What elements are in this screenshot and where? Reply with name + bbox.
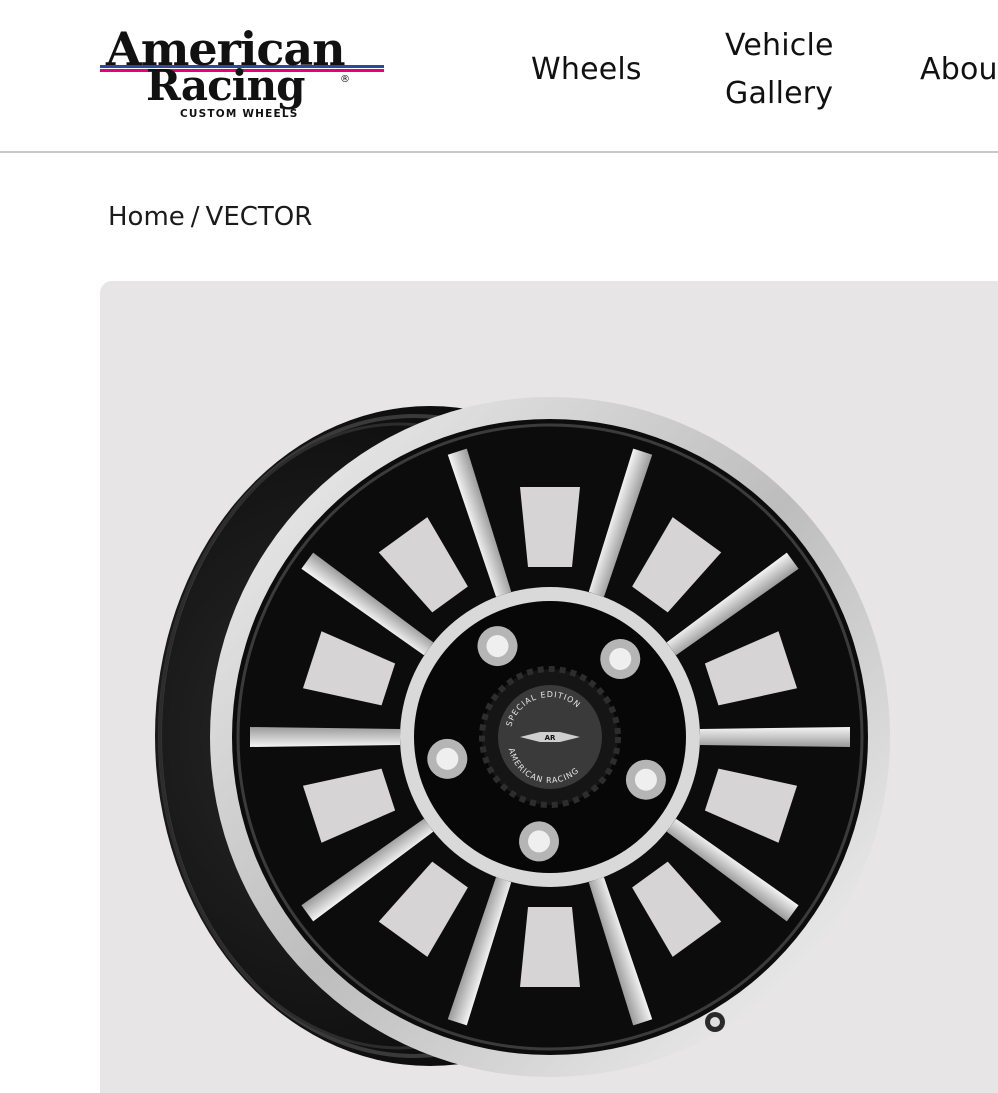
nav-vehicle-gallery[interactable]: Vehicle Gallery xyxy=(725,22,845,118)
nav-about-label: About xyxy=(920,52,998,87)
valve-stem xyxy=(705,1012,725,1032)
site-header: American Racing ® CUSTOM WHEELS Wheels V… xyxy=(0,0,998,153)
nav-gallery-line1: Vehicle xyxy=(725,28,834,63)
center-cap: SPECIAL EDITION AMERICAN RACING AR xyxy=(479,666,621,808)
logo-graphic: American Racing ® CUSTOM WHEELS xyxy=(100,22,384,120)
nav-wheels-label: Wheels xyxy=(531,52,642,87)
logo-registered-mark: ® xyxy=(340,74,350,85)
american-racing-logo[interactable]: American Racing ® CUSTOM WHEELS xyxy=(100,22,390,122)
nav-gallery-line2: Gallery xyxy=(725,76,834,111)
breadcrumb-current: VECTOR xyxy=(205,202,313,232)
breadcrumb: Home / VECTOR xyxy=(108,197,312,237)
product-image-panel: SPECIAL EDITION AMERICAN RACING AR xyxy=(100,281,998,1093)
logo-tagline: CUSTOM WHEELS xyxy=(180,108,299,120)
breadcrumb-separator: / xyxy=(190,202,200,232)
wheel-face: SPECIAL EDITION AMERICAN RACING AR xyxy=(210,397,890,1077)
center-cap-badge: AR xyxy=(545,734,556,742)
wheel-image[interactable]: SPECIAL EDITION AMERICAN RACING AR xyxy=(100,281,998,1093)
breadcrumb-home-link[interactable]: Home xyxy=(108,202,185,232)
nav-about[interactable]: About xyxy=(920,46,998,94)
nav-wheels[interactable]: Wheels xyxy=(531,46,642,94)
logo-line2: Racing xyxy=(146,61,305,110)
